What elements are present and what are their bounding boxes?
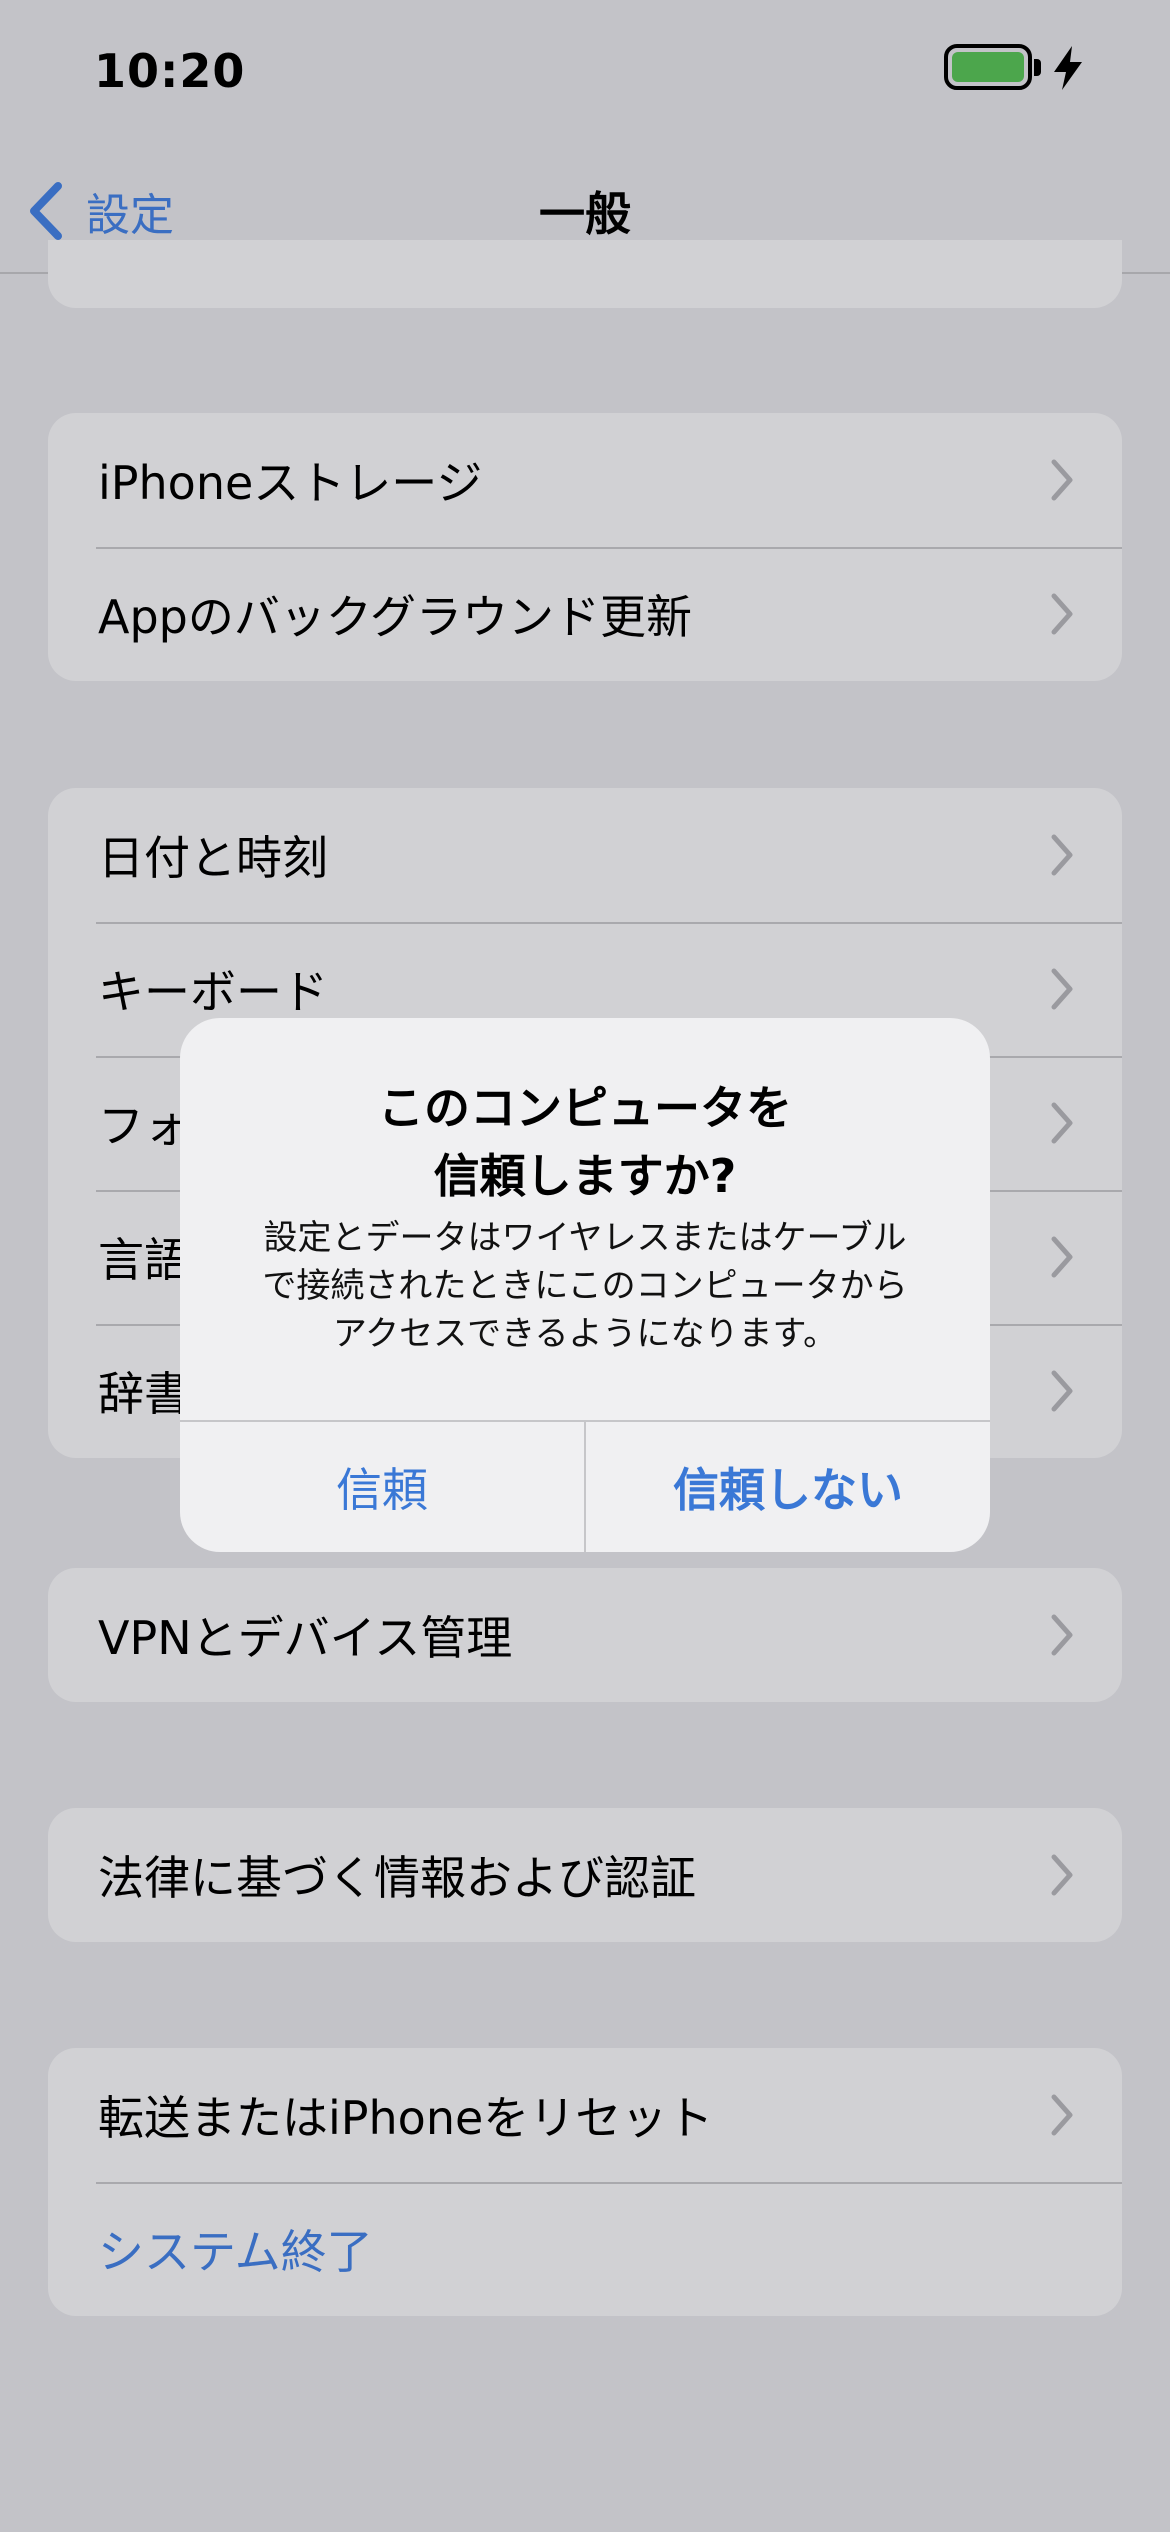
separator <box>96 922 1122 924</box>
battery-icon <box>944 44 1032 90</box>
chevron-right-icon <box>1051 968 1073 1010</box>
row-label: 法律に基づく情報および認証 <box>98 1851 696 1905</box>
row-label: 辞書 <box>98 1367 190 1421</box>
settings-group-vpn: VPNとデバイス管理 <box>48 1568 1122 1702</box>
alert-message-line-2: で接続されたときにこのコンピュータから <box>262 1266 908 1306</box>
trust-button[interactable]: 信頼 <box>180 1422 584 1552</box>
row-date-time[interactable]: 日付と時刻 <box>48 788 1122 922</box>
row-label: キーボード <box>98 965 328 1019</box>
row-vpn-device-management[interactable]: VPNとデバイス管理 <box>48 1568 1122 1702</box>
chevron-right-icon <box>1051 1854 1073 1896</box>
row-label: iPhoneストレージ <box>98 456 483 510</box>
alert-message-line-1: 設定とデータはワイヤレスまたはケーブル <box>263 1218 907 1258</box>
row-label: 転送またはiPhoneをリセット <box>98 2091 714 2145</box>
row-transfer-reset[interactable]: 転送またはiPhoneをリセット <box>48 2048 1122 2182</box>
alert-title: このコンピュータを 信頼しますか? <box>180 1074 990 1210</box>
settings-group-storage: iPhoneストレージ Appのバックグラウンド更新 <box>48 413 1122 681</box>
separator <box>96 547 1122 549</box>
chevron-right-icon <box>1051 593 1073 635</box>
page-title: 一般 <box>539 187 631 241</box>
chevron-right-icon <box>1051 834 1073 876</box>
row-label: Appのバックグラウンド更新 <box>98 590 693 644</box>
row-label: VPNとデバイス管理 <box>98 1611 513 1665</box>
separator <box>96 2182 1122 2184</box>
battery-tip <box>1034 59 1041 76</box>
status-bar: 10:20 <box>0 0 1170 150</box>
dont-trust-button[interactable]: 信頼しない <box>586 1422 990 1552</box>
settings-group-partial <box>48 240 1122 308</box>
row-shut-down[interactable]: システム終了 <box>48 2182 1122 2316</box>
settings-group-reset: 転送またはiPhoneをリセット システム終了 <box>48 2048 1122 2316</box>
alert-message-line-3: アクセスできるようになります。 <box>332 1314 838 1354</box>
charging-bolt-icon <box>1054 46 1082 90</box>
alert-title-line-2: 信頼しますか? <box>433 1149 737 1203</box>
chevron-right-icon <box>1051 1614 1073 1656</box>
status-time: 10:20 <box>94 44 246 98</box>
chevron-right-icon <box>1051 1370 1073 1412</box>
battery-level <box>952 52 1024 82</box>
settings-group-legal: 法律に基づく情報および認証 <box>48 1808 1122 1942</box>
chevron-right-icon <box>1051 2094 1073 2136</box>
alert-title-line-1: このコンピュータを <box>378 1081 792 1135</box>
row-background-app-refresh[interactable]: Appのバックグラウンド更新 <box>48 547 1122 681</box>
chevron-right-icon <box>1051 459 1073 501</box>
shut-down-label: システム終了 <box>98 2225 373 2279</box>
row-label: 日付と時刻 <box>98 831 328 885</box>
chevron-right-icon <box>1051 1236 1073 1278</box>
row-legal-regulatory[interactable]: 法律に基づく情報および認証 <box>48 1808 1122 1942</box>
row-iphone-storage[interactable]: iPhoneストレージ <box>48 413 1122 547</box>
alert-message: 設定とデータはワイヤレスまたはケーブル で接続されたときにこのコンピュータから … <box>220 1214 950 1358</box>
trust-computer-alert: このコンピュータを 信頼しますか? 設定とデータはワイヤレスまたはケーブル で接… <box>180 1018 990 1552</box>
chevron-right-icon <box>1051 1102 1073 1144</box>
